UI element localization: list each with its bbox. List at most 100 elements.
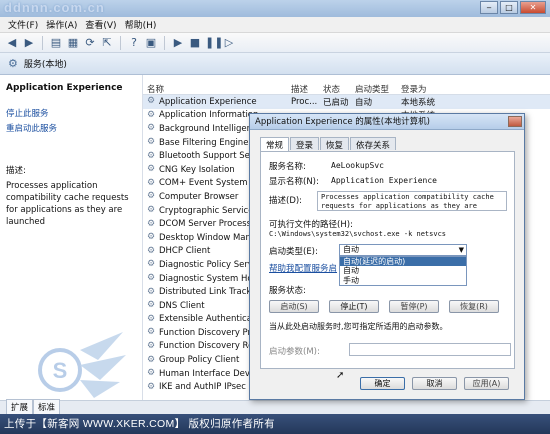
menu-action[interactable]: 操作(A)	[46, 18, 77, 31]
path-label: 可执行文件的路径(H):	[269, 220, 353, 230]
startup-type-select[interactable]: 自动 ▼	[339, 244, 467, 256]
service-status-label: 服务状态:	[269, 286, 306, 296]
close-button[interactable]: ✕	[520, 1, 546, 14]
tab-dependencies[interactable]: 依存关系	[350, 137, 397, 151]
option-manual[interactable]: 手动	[340, 276, 466, 285]
general-tab-panel: 服务名称: AeLookupSvc 显示名称(N): Application E…	[260, 151, 515, 369]
watermark-banner: 上传于【新客网 WWW.XKER.COM】 版权归原作者所有	[0, 414, 550, 434]
start-params-input[interactable]	[349, 343, 511, 356]
service-startup: 自动	[355, 97, 373, 108]
ok-button[interactable]: 确定	[360, 377, 405, 390]
play-icon[interactable]: ▶	[171, 36, 185, 50]
service-gear-icon: ⚙	[147, 150, 156, 161]
service-status: 已启动	[323, 97, 349, 108]
resume-button[interactable]: 恢复(R)	[449, 300, 499, 313]
service-name: Human Interface Device	[159, 368, 263, 379]
description-text: Processes application compatibility cach…	[6, 181, 129, 227]
toolbar: ◀ ▶ ▤ ▦ ⟳ ⇱ ? ▣ ▶ ■ ❚❚ ▷	[0, 33, 550, 53]
col-logon[interactable]: 登录为	[401, 83, 427, 95]
service-gear-icon: ⚙	[147, 245, 156, 256]
stop-icon[interactable]: ■	[188, 36, 202, 50]
service-name: Computer Browser	[159, 191, 239, 202]
display-name-value: Application Experience	[331, 176, 437, 185]
menu-view[interactable]: 查看(V)	[85, 18, 116, 31]
service-gear-icon: ⚙	[147, 313, 156, 324]
tab-recovery[interactable]: 恢复	[320, 137, 350, 151]
service-name: DCOM Server Process L	[159, 219, 259, 230]
stop-service-link[interactable]: 停止此服务	[6, 107, 136, 119]
properties-dialog: Application Experience 的属性(本地计算机) 常规 登录 …	[249, 113, 525, 400]
col-name[interactable]: 名称	[147, 83, 164, 95]
col-desc[interactable]: 描述	[291, 83, 308, 95]
option-auto[interactable]: 自动	[340, 266, 466, 275]
service-gear-icon: ⚙	[147, 164, 156, 175]
stop-button[interactable]: 停止(T)	[329, 300, 379, 313]
service-name: COM+ Event System	[159, 178, 248, 189]
service-name: Cryptographic Services	[159, 205, 258, 216]
chevron-down-icon: ▼	[458, 246, 464, 254]
service-gear-icon: ⚙	[147, 123, 156, 134]
minimize-button[interactable]: ‒	[480, 1, 498, 14]
watermark-text: ddnnn.com.cn	[4, 0, 105, 15]
service-gear-icon: ⚙	[147, 286, 156, 297]
service-name: CNG Key Isolation	[159, 164, 235, 175]
service-gear-icon: ⚙	[147, 232, 156, 243]
startup-type-value: 自动	[343, 245, 359, 254]
back-icon[interactable]: ◀	[5, 36, 19, 50]
service-gear-icon: ⚙	[147, 340, 156, 351]
startup-type-dropdown: 自动(延迟的启动) 自动 手动	[339, 256, 467, 286]
pause-button[interactable]: 暂停(P)	[389, 300, 439, 313]
export-icon[interactable]: ⇱	[100, 36, 114, 50]
table-row[interactable]: ⚙ Application Experience Proc... 已启动 自动 本地系统	[143, 95, 550, 109]
service-name-label: 服务名称:	[269, 162, 306, 172]
service-name: Base Filtering Engine	[159, 137, 249, 148]
service-name: Group Policy Client	[159, 355, 240, 366]
service-gear-icon: ⚙	[147, 327, 156, 338]
start-button[interactable]: 启动(S)	[269, 300, 319, 313]
description-label: 描述:	[6, 166, 26, 176]
service-name: Diagnostic Policy Servi	[159, 259, 256, 270]
service-name-value: AeLookupSvc	[331, 161, 384, 170]
service-gear-icon: ⚙	[147, 96, 156, 107]
col-status[interactable]: 状态	[323, 83, 340, 95]
service-gear-icon: ⚙	[147, 273, 156, 284]
col-startup[interactable]: 启动类型	[355, 83, 389, 95]
startup-type-label: 启动类型(E):	[269, 247, 318, 257]
desc-label: 描述(D):	[269, 196, 303, 206]
restart-service-link[interactable]: 重启动此服务	[6, 122, 136, 134]
apply-button[interactable]: 应用(A)	[464, 377, 509, 390]
maximize-button[interactable]: □	[500, 1, 518, 14]
selected-service-title: Application Experience	[6, 83, 123, 93]
restart-icon[interactable]: ▷	[222, 36, 236, 50]
properties-icon[interactable]: ▦	[66, 36, 80, 50]
dialog-close-button[interactable]	[508, 116, 522, 127]
service-gear-icon: ⚙	[147, 381, 156, 392]
logo-watermark-icon: S	[38, 332, 126, 398]
title-bar: ddnnn.com.cn ‒ □ ✕	[0, 0, 550, 17]
forward-icon[interactable]: ▶	[22, 36, 36, 50]
cancel-button[interactable]: 取消	[412, 377, 457, 390]
menu-bar: 文件(F) 操作(A) 查看(V) 帮助(H)	[0, 17, 550, 33]
tab-logon[interactable]: 登录	[290, 137, 320, 151]
dialog-tabs: 常规 登录 恢复 依存关系	[260, 137, 397, 151]
service-gear-icon: ⚙	[147, 109, 156, 120]
service-name: Background Intelligent	[159, 123, 256, 134]
services-window: ddnnn.com.cn ‒ □ ✕ 文件(F) 操作(A) 查看(V) 帮助(…	[0, 0, 550, 434]
service-name: Application Information	[159, 110, 259, 121]
menu-file[interactable]: 文件(F)	[8, 18, 38, 31]
description-box[interactable]: Processes application compatibility cach…	[317, 191, 507, 211]
service-name: Application Experience	[159, 96, 257, 107]
menu-help[interactable]: 帮助(H)	[125, 18, 157, 31]
option-auto-delayed[interactable]: 自动(延迟的启动)	[340, 257, 466, 267]
help-icon[interactable]: ?	[127, 36, 141, 50]
service-name: Diagnostic System Host	[159, 273, 261, 284]
console-icon[interactable]: ▣	[144, 36, 158, 50]
help-configure-link[interactable]: 帮助我配置服务启	[269, 262, 337, 274]
refresh-icon[interactable]: ⟳	[83, 36, 97, 50]
service-desc: Proc...	[291, 96, 318, 107]
pause-icon[interactable]: ❚❚	[205, 36, 223, 50]
cursor-icon: ➚	[336, 370, 345, 381]
tab-general[interactable]: 常规	[260, 137, 290, 151]
show-tree-icon[interactable]: ▤	[49, 36, 63, 50]
breadcrumb: ⚙ 服务(本地)	[0, 53, 550, 75]
